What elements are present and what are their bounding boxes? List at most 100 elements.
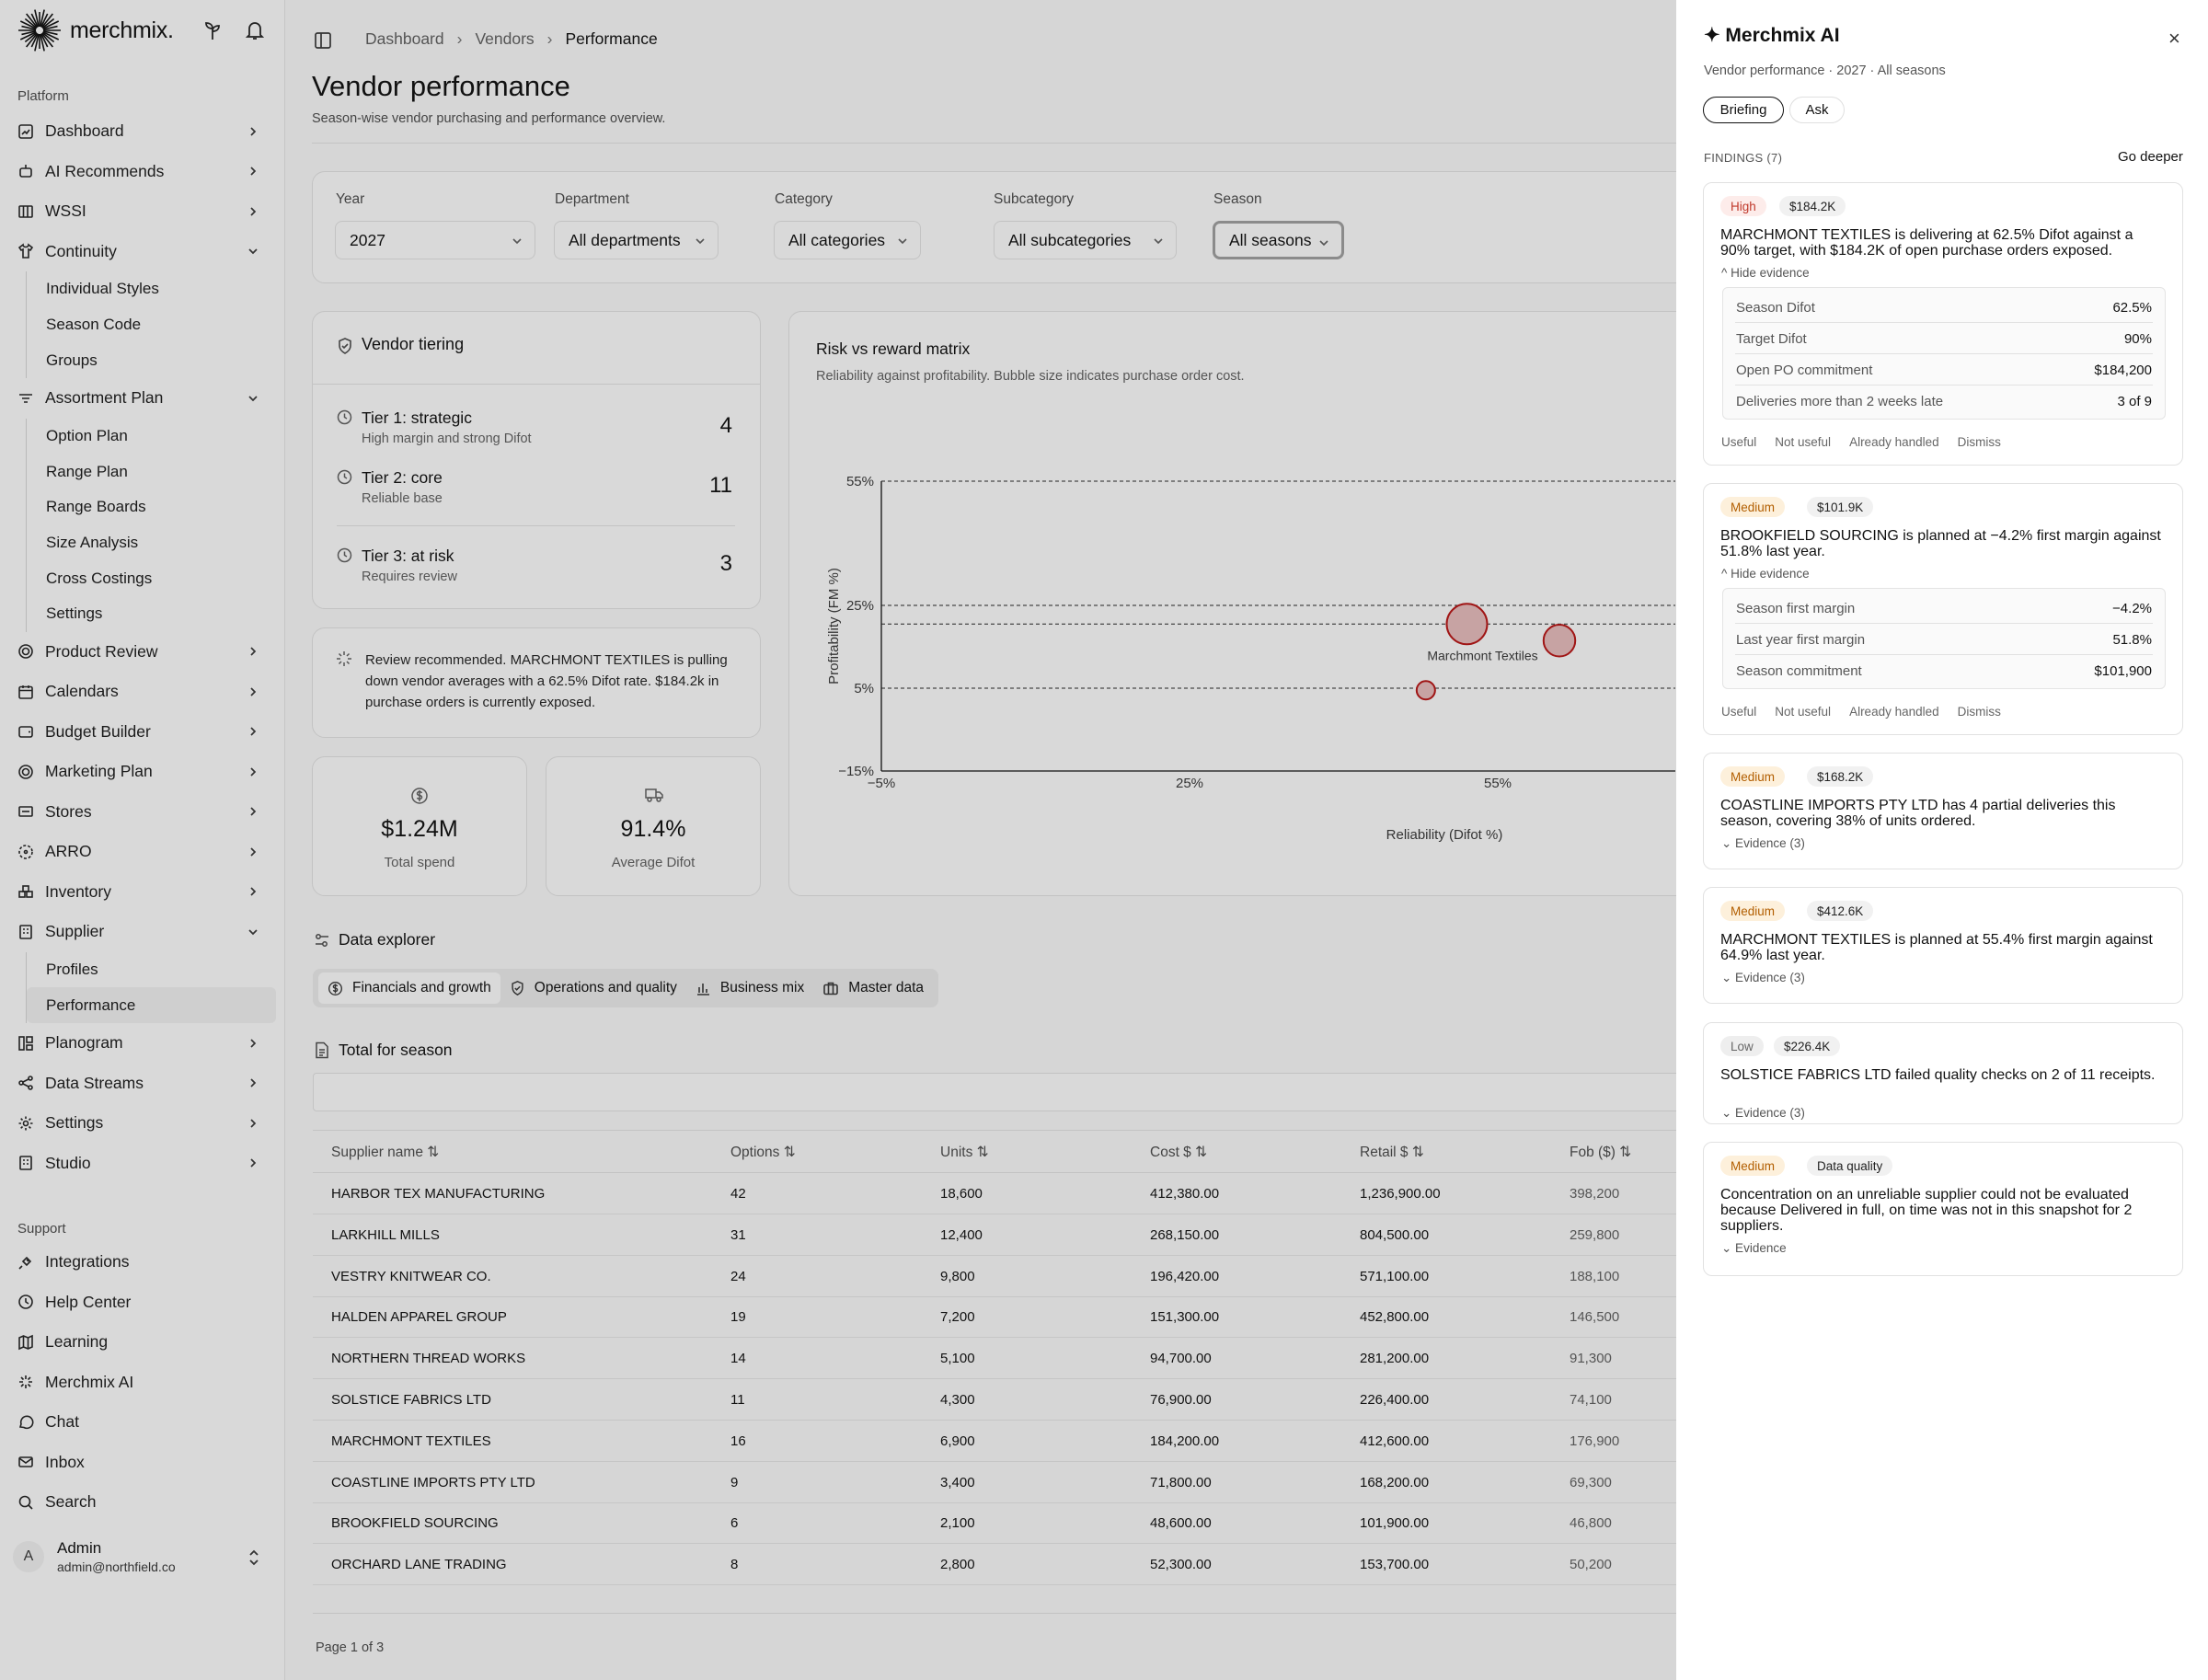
tab-operations[interactable]: Operations and quality (500, 972, 686, 1004)
sidebar-subitem-profiles[interactable]: Profiles (27, 952, 276, 988)
table-row[interactable]: BROOKFIELD SOURCING 6 2,100 48,600.00 101,90… (313, 1502, 1693, 1545)
sidebar-item-studio[interactable]: Studio (0, 1144, 285, 1184)
tab-business-mix[interactable]: Business mix (686, 972, 813, 1004)
sidebar-item-assortment-plan[interactable]: Assortment Plan (0, 378, 285, 419)
category-select[interactable]: All categories (774, 221, 921, 259)
tab-ask[interactable]: Ask (1789, 97, 1845, 123)
table-row[interactable]: HALDEN APPAREL GROUP 19 7,200 151,300.00 452… (313, 1296, 1693, 1339)
department-select[interactable]: All departments (554, 221, 719, 259)
already-handled-button[interactable]: Already handled (1849, 705, 1939, 719)
table-row[interactable]: SOLSTICE FABRICS LTD 11 4,300 76,900.00 226,… (313, 1379, 1693, 1421)
sidebar-item-search[interactable]: Search (0, 1482, 285, 1523)
brand[interactable]: merchmix. (17, 7, 174, 53)
sidebar-item-chat[interactable]: Chat (0, 1402, 285, 1443)
breadcrumb-dashboard[interactable]: Dashboard (365, 29, 444, 49)
useful-button[interactable]: Useful (1721, 435, 1756, 449)
tier-at-risk[interactable]: Tier 3: at risk Requires review 3 (337, 547, 732, 584)
breadcrumb-vendors[interactable]: Vendors (475, 29, 534, 49)
close-icon[interactable]: × (2168, 27, 2180, 51)
sidebar-item-wssi[interactable]: WSSI (0, 191, 285, 232)
table-cell: 259,800 (1570, 1226, 1620, 1243)
tab-briefing[interactable]: Briefing (1703, 97, 1784, 123)
dismiss-button[interactable]: Dismiss (1958, 435, 2001, 449)
sidebar-item-continuity[interactable]: Continuity (0, 232, 285, 272)
sidebar-subitem-settings[interactable]: Settings (27, 596, 276, 632)
sidebar-subitem-performance[interactable]: Performance (27, 987, 276, 1024)
bubble-point[interactable] (1445, 603, 1489, 646)
season-select[interactable]: All seasons (1213, 221, 1344, 259)
sidebar-subitem-range-plan[interactable]: Range Plan (27, 454, 276, 489)
table-row[interactable]: COASTLINE IMPORTS PTY LTD 9 3,400 71,800.00… (313, 1462, 1693, 1503)
already-handled-button[interactable]: Already handled (1849, 435, 1939, 449)
sidebar-item-integrations[interactable]: Integrations (0, 1242, 285, 1283)
sidebar-item-label: Settings (45, 1113, 104, 1133)
tab-financials[interactable]: Financials and growth (318, 972, 500, 1004)
column-header-fob[interactable]: Fob ($) ⇅ (1570, 1144, 1631, 1161)
chevron-down-icon (248, 248, 258, 255)
evidence-toggle[interactable]: ^ Hide evidence (1721, 266, 1810, 280)
sidebar-toggle-icon[interactable] (314, 31, 332, 50)
chevron-down-icon (898, 238, 907, 245)
evidence-toggle[interactable]: ⌄ Evidence (3) (1721, 836, 1805, 851)
sidebar-item-calendars[interactable]: Calendars (0, 672, 285, 712)
sidebar-item-ai-recommends[interactable]: AI Recommends (0, 152, 285, 192)
dismiss-button[interactable]: Dismiss (1958, 705, 2001, 719)
table-row[interactable]: LARKHILL MILLS 31 12,400 268,150.00 804,500.… (313, 1214, 1693, 1256)
evidence-toggle[interactable]: ⌄ Evidence (3) (1721, 1106, 1805, 1121)
tier-core[interactable]: Tier 2: core Reliable base 11 (337, 468, 732, 506)
mail-icon (18, 1456, 33, 1468)
table-cell: BROOKFIELD SOURCING (331, 1515, 499, 1532)
not-useful-button[interactable]: Not useful (1775, 705, 1831, 719)
tab-master-data[interactable]: Master data (813, 972, 933, 1004)
column-header-retail[interactable]: Retail $ ⇅ (1360, 1144, 1424, 1161)
sidebar-subitem-cross-costings[interactable]: Cross Costings (27, 560, 276, 596)
bubble-point[interactable] (1415, 680, 1436, 701)
sidebar-item-inventory[interactable]: Inventory (0, 872, 285, 913)
table-row[interactable]: ORCHARD LANE TRADING 8 2,800 52,300.00 153,7… (313, 1544, 1693, 1586)
sidebar-item-dashboard[interactable]: Dashboard (0, 111, 285, 152)
bell-icon[interactable] (246, 20, 264, 40)
sidebar-item-learning[interactable]: Learning (0, 1322, 285, 1363)
sidebar-subitem-season-code[interactable]: Season Code (27, 307, 276, 343)
sidebar-subitem-size-analysis[interactable]: Size Analysis (27, 525, 276, 561)
column-header-cost[interactable]: Cost $ ⇅ (1150, 1144, 1207, 1161)
sidebar-item-budget-builder[interactable]: Budget Builder (0, 712, 285, 753)
sidebar-item-settings[interactable]: Settings (0, 1103, 285, 1144)
sidebar-subitem-groups[interactable]: Groups (27, 342, 276, 378)
sidebar-subitem-individual-styles[interactable]: Individual Styles (27, 271, 276, 307)
year-select[interactable]: 2027 (335, 221, 535, 259)
sidebar-item-product-review[interactable]: Product Review (0, 632, 285, 673)
table-row[interactable]: VESTRY KNITWEAR CO. 24 9,800 196,420.00 571,… (313, 1256, 1693, 1297)
useful-button[interactable]: Useful (1721, 705, 1756, 719)
not-useful-button[interactable]: Not useful (1775, 435, 1831, 449)
table-cell: 9 (730, 1474, 739, 1490)
sidebar-item-supplier[interactable]: Supplier (0, 912, 285, 952)
go-deeper-button[interactable]: Go deeper (2118, 149, 2183, 165)
sidebar-item-arro[interactable]: ARRO (0, 832, 285, 872)
sidebar-item-data-streams[interactable]: Data Streams (0, 1064, 285, 1104)
column-header-options[interactable]: Options ⇅ (730, 1144, 796, 1161)
sprout-icon[interactable] (203, 20, 222, 40)
sidebar-subitem-range-boards[interactable]: Range Boards (27, 489, 276, 525)
sidebar-item-inbox[interactable]: Inbox (0, 1443, 285, 1483)
bubble-point[interactable] (1542, 624, 1577, 658)
user-menu[interactable]: A Admin admin@northfield.co (13, 1533, 272, 1581)
column-header-units[interactable]: Units ⇅ (940, 1144, 989, 1161)
sidebar-submenu-assortment-plan: Option Plan Range Plan Range Boards Size An… (26, 418, 285, 632)
subcategory-select[interactable]: All subcategories (994, 221, 1177, 259)
sidebar-item-help-center[interactable]: Help Center (0, 1283, 285, 1323)
sidebar-item-planogram[interactable]: Planogram (0, 1023, 285, 1064)
evidence-toggle[interactable]: ⌄ Evidence (3) (1721, 971, 1805, 985)
truck-icon (645, 788, 663, 802)
evidence-toggle[interactable]: ⌄ Evidence (1721, 1241, 1787, 1256)
sidebar-subitem-option-plan[interactable]: Option Plan (27, 419, 276, 455)
table-row[interactable]: NORTHERN THREAD WORKS 14 5,100 94,700.00 281… (313, 1338, 1693, 1380)
sidebar-item-marketing-plan[interactable]: Marketing Plan (0, 752, 285, 792)
column-header-supplier[interactable]: Supplier name ⇅ (331, 1144, 439, 1161)
evidence-toggle[interactable]: ^ Hide evidence (1721, 567, 1810, 581)
sidebar-item-merchmix-ai[interactable]: Merchmix AI (0, 1363, 285, 1403)
sidebar-item-stores[interactable]: Stores (0, 792, 285, 833)
tier-strategic[interactable]: Tier 1: strategic High margin and strong … (337, 408, 732, 446)
table-row[interactable]: MARCHMONT TEXTILES 16 6,900 184,200.00 412,6… (313, 1421, 1693, 1462)
table-row[interactable]: HARBOR TEX MANUFACTURING 42 18,600 412,380.… (313, 1173, 1693, 1214)
